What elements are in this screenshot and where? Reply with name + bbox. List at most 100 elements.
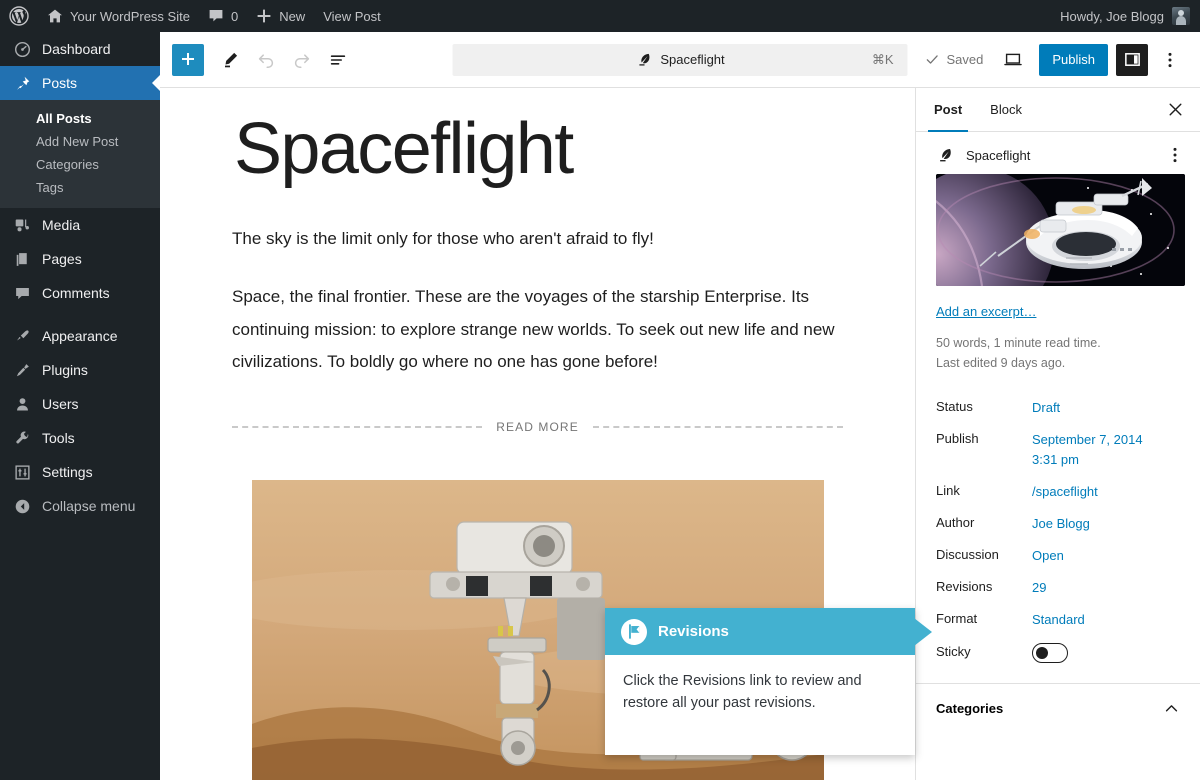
site-name-label: Your WordPress Site — [70, 8, 190, 24]
wordpress-logo-button[interactable] — [0, 0, 38, 32]
tools-pencil-button[interactable] — [212, 42, 248, 78]
view-post-label: View Post — [323, 8, 381, 24]
submenu-item-tags[interactable]: Tags — [0, 176, 160, 199]
field-value[interactable]: Open — [1032, 546, 1064, 566]
close-sidebar-button[interactable] — [1155, 88, 1196, 131]
field-value[interactable]: 29 — [1032, 578, 1046, 598]
tab-block-label: Block — [990, 102, 1022, 117]
admin-bar: Your WordPress Site 0 New View Post Howd… — [0, 0, 1200, 32]
admin-bar-account[interactable]: Howdy, Joe Blogg — [1060, 7, 1200, 25]
document-summary-row[interactable]: Spaceflight — [916, 132, 1200, 174]
sidebar-item-dashboard[interactable]: Dashboard — [0, 32, 160, 66]
field-publish[interactable]: Publish September 7, 2014 3:31 pm — [916, 424, 1200, 476]
comment-count: 0 — [230, 8, 239, 24]
sidebar-item-media[interactable]: Media — [0, 208, 160, 242]
add-block-button[interactable] — [172, 43, 204, 76]
tab-post-label: Post — [934, 102, 963, 117]
preview-button[interactable] — [995, 42, 1031, 78]
sidebar-item-label: Dashboard — [42, 41, 111, 57]
sidebar-item-plugins[interactable]: Plugins — [0, 353, 160, 387]
field-label: Discussion — [936, 547, 999, 563]
sidebar-item-pages[interactable]: Pages — [0, 242, 160, 276]
more-divider-left — [232, 426, 483, 429]
submenu-item-categories[interactable]: Categories — [0, 153, 160, 176]
field-link[interactable]: Link /spaceflight — [916, 476, 1200, 508]
sidebar-item-label: Plugins — [42, 362, 88, 378]
pin-icon — [12, 75, 32, 92]
collapse-arrow-icon — [12, 498, 32, 515]
sidebar-item-label: Settings — [42, 464, 93, 480]
posts-submenu: All Posts Add New Post Categories Tags — [0, 100, 160, 208]
command-bar-shortcut: ⌘K — [871, 51, 894, 67]
command-bar[interactable]: Spaceflight ⌘K — [452, 43, 908, 76]
field-status[interactable]: Status Draft — [916, 392, 1200, 424]
publish-label: Publish — [1052, 52, 1095, 67]
field-value[interactable]: September 7, 2014 3:31 pm — [1032, 430, 1152, 470]
post-title[interactable]: Spaceflight — [234, 109, 843, 189]
feather-post-icon — [936, 146, 954, 164]
editor-options-button[interactable] — [1152, 42, 1188, 78]
dashboard-icon — [12, 41, 32, 58]
field-format[interactable]: Format Standard — [916, 604, 1200, 636]
submenu-item-all-posts[interactable]: All Posts — [0, 107, 160, 130]
wordpress-block-editor-screen: Your WordPress Site 0 New View Post Howd… — [0, 0, 1200, 780]
word-count-note: 50 words, 1 minute read time. — [936, 336, 1101, 350]
sticky-toggle[interactable] — [1032, 642, 1068, 663]
admin-sidebar-menu: Dashboard Posts All Posts Add New Post C… — [0, 32, 160, 780]
field-label: Format — [936, 611, 978, 627]
field-discussion[interactable]: Discussion Open — [916, 540, 1200, 572]
paragraph-block-2[interactable]: Space, the final frontier. These are the… — [232, 281, 843, 378]
document-title: Spaceflight — [966, 147, 1031, 163]
new-content-button[interactable]: New — [247, 0, 314, 32]
view-post-button[interactable]: View Post — [314, 0, 390, 32]
collapse-menu-button[interactable]: Collapse menu — [0, 489, 160, 523]
field-value[interactable]: /spaceflight — [1032, 482, 1098, 502]
save-status[interactable]: Saved — [917, 52, 991, 67]
field-value[interactable]: Joe Blogg — [1032, 514, 1090, 534]
sidebar-item-label: Comments — [42, 285, 110, 301]
site-name-button[interactable]: Your WordPress Site — [38, 0, 199, 32]
field-author[interactable]: Author Joe Blogg — [916, 508, 1200, 540]
read-more-label: READ MORE — [496, 420, 579, 435]
revisions-pointer-tooltip: Revisions Click the Revisions link to re… — [605, 608, 932, 755]
more-block[interactable]: READ MORE — [232, 420, 844, 435]
sidebar-item-comments[interactable]: Comments — [0, 276, 160, 310]
tab-block[interactable]: Block — [976, 88, 1036, 131]
sidebar-item-appearance[interactable]: Appearance — [0, 319, 160, 353]
field-label: Publish — [936, 430, 979, 446]
sidebar-item-posts[interactable]: Posts — [0, 66, 160, 100]
plug-icon — [12, 362, 32, 379]
settings-sidebar-toggle-button[interactable] — [1116, 43, 1148, 76]
media-icon — [12, 217, 32, 234]
categories-label: Categories — [936, 700, 1004, 716]
publish-button[interactable]: Publish — [1039, 43, 1108, 76]
sidebar-item-label: Tools — [42, 430, 75, 446]
sidebar-item-tools[interactable]: Tools — [0, 421, 160, 455]
categories-panel-header[interactable]: Categories — [916, 684, 1200, 717]
field-label: Revisions — [936, 579, 993, 595]
sidebar-item-users[interactable]: Users — [0, 387, 160, 421]
comments-bubble-button[interactable]: 0 — [199, 0, 247, 32]
new-label: New — [279, 8, 306, 24]
submenu-item-add-new-post[interactable]: Add New Post — [0, 130, 160, 153]
undo-button[interactable] — [248, 42, 284, 78]
sidebar-item-label: Pages — [42, 251, 82, 267]
collapse-menu-label: Collapse menu — [42, 498, 136, 514]
field-value[interactable]: Standard — [1032, 610, 1085, 630]
redo-button[interactable] — [284, 42, 320, 78]
tab-post[interactable]: Post — [920, 88, 976, 132]
field-sticky[interactable]: Sticky — [916, 637, 1200, 669]
sidebar-item-label: Appearance — [42, 328, 118, 344]
list-view-button[interactable] — [320, 42, 356, 78]
field-label: Sticky — [936, 643, 971, 659]
field-revisions[interactable]: Revisions 29 — [916, 572, 1200, 604]
pages-icon — [12, 251, 32, 268]
sidebar-item-settings[interactable]: Settings — [0, 455, 160, 489]
featured-image[interactable] — [936, 174, 1185, 286]
field-value[interactable]: Draft — [1032, 398, 1060, 418]
wrench-icon — [12, 430, 32, 447]
paragraph-block-1[interactable]: The sky is the limit only for those who … — [232, 223, 843, 255]
document-options-button[interactable] — [1166, 146, 1184, 164]
sliders-icon — [12, 464, 32, 481]
add-excerpt-link[interactable]: Add an excerpt… — [936, 304, 1180, 319]
